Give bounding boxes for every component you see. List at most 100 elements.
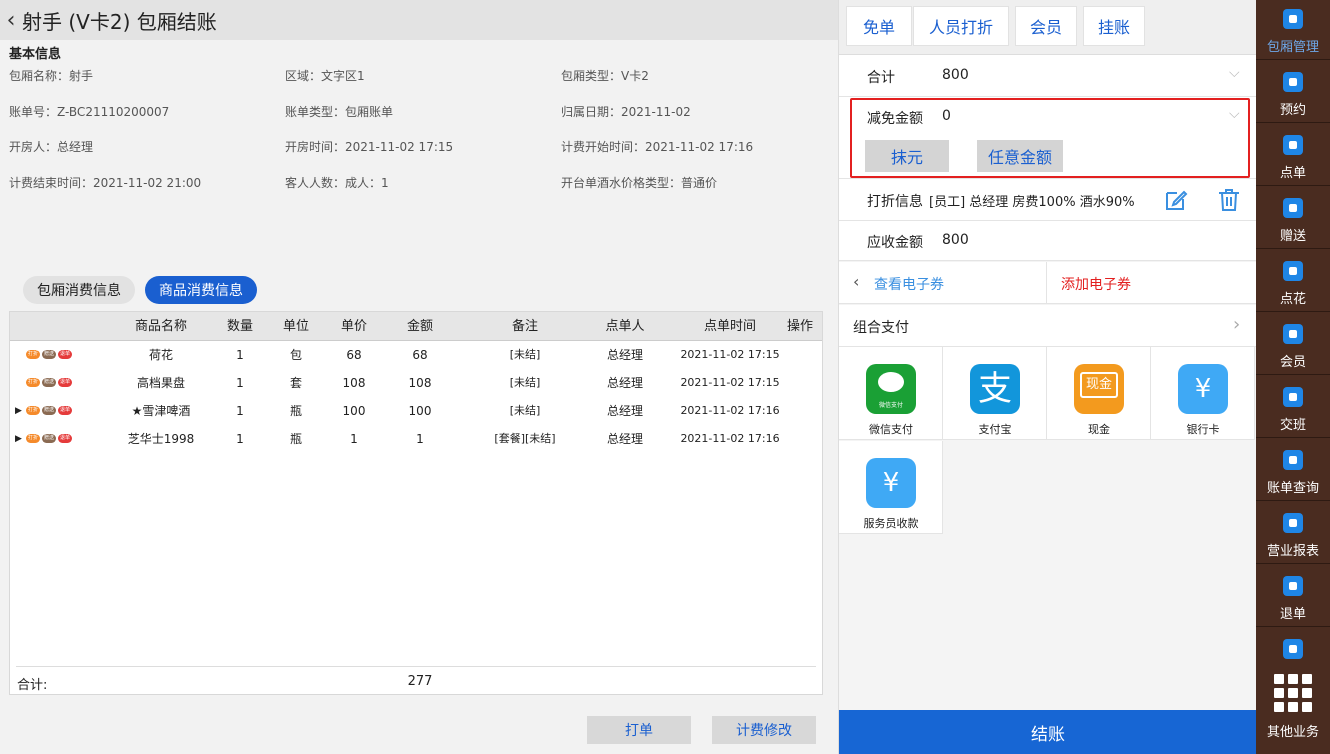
sidebar-item-more[interactable] xyxy=(1256,630,1330,664)
discount-badge-icon[interactable]: 打折 xyxy=(26,350,40,359)
col-orderer: 点单人 xyxy=(605,319,645,334)
gift-badge-icon[interactable]: 赠送 xyxy=(42,378,56,387)
free-bill-button[interactable]: 免单 xyxy=(846,6,912,46)
cell-action[interactable] xyxy=(782,369,818,397)
billing-edit-button[interactable]: 计费修改 xyxy=(712,716,816,744)
col-qty: 数量 xyxy=(226,319,253,334)
pay-alipay[interactable]: 支 支付宝 xyxy=(943,347,1047,440)
payment-methods: 微信支付 微信支付 支 支付宝 现金 现金 ¥ 银行卡 ¥ 服务员收款 xyxy=(839,347,1257,535)
waiter-collect-icon: ¥ xyxy=(866,458,916,508)
cell-amount: 108 xyxy=(408,376,432,390)
gift-badge-icon[interactable]: 赠送 xyxy=(42,350,56,359)
chevron-right-icon[interactable]: › xyxy=(1233,314,1240,335)
bill-panel: ‹ 射手 (V卡2) 包厢结账 基本信息 包厢名称：射手 区域：文字区1 包厢类… xyxy=(0,0,838,754)
table-footer-divider xyxy=(16,666,816,667)
sidebar-item-other-business[interactable]: 其他业务 xyxy=(1256,664,1330,754)
info-billing-start: 计费开始时间：2021-11-02 17:16 xyxy=(561,140,754,154)
info-room-type: 包厢类型：V卡2 xyxy=(561,69,649,83)
discount-badge-icon[interactable]: 打折 xyxy=(26,378,40,387)
sidebar-item-shift[interactable]: 交班 xyxy=(1256,378,1330,438)
reservation-icon xyxy=(1283,72,1303,92)
report-icon xyxy=(1283,513,1303,533)
discount-badge-icon[interactable]: 打折 xyxy=(26,406,40,415)
chevron-left-icon[interactable]: ‹ xyxy=(853,272,859,291)
page-title: 射手 (V卡2) 包厢结账 xyxy=(22,9,217,34)
sidebar-item-label: 营业报表 xyxy=(1266,544,1319,559)
cell-qty: 1 xyxy=(236,376,244,390)
pay-cash[interactable]: 现金 现金 xyxy=(1047,347,1151,440)
cell-orderer: 总经理 xyxy=(606,404,643,418)
order-icon xyxy=(1283,135,1303,155)
alipay-icon: 支 xyxy=(970,364,1020,414)
info-price-type: 开台单酒水价格类型：普通价 xyxy=(561,176,718,190)
discount-badge-icon[interactable]: 打折 xyxy=(26,434,40,443)
refund-badge-icon[interactable]: 退单 xyxy=(58,406,72,415)
refund-badge-icon[interactable]: 退单 xyxy=(58,350,72,359)
pay-wechat-label: 微信支付 xyxy=(869,423,913,436)
cell-action[interactable] xyxy=(782,425,818,453)
checkout-button[interactable]: 结账 xyxy=(839,710,1257,754)
print-bill-button[interactable]: 打单 xyxy=(587,716,691,744)
receivable-row: 应收金额 800 xyxy=(839,221,1257,261)
chevron-down-icon[interactable]: ⌵ xyxy=(1229,65,1240,81)
total-value: 800 xyxy=(942,67,969,83)
col-unit: 单位 xyxy=(282,319,309,334)
add-coupon-link[interactable]: 添加电子券 xyxy=(1061,274,1131,294)
pay-alipay-label: 支付宝 xyxy=(978,423,1012,436)
combo-pay-row[interactable]: 组合支付 › xyxy=(839,305,1257,347)
table-row[interactable]: ▶ 打折 赠送 退单 ★雪津啤酒 1 瓶 100 100 [未结] 总经理 20… xyxy=(10,397,822,425)
chevron-left-icon[interactable]: ‹ xyxy=(2,8,20,33)
action-bar: 免单 人员打折 会员 挂账 xyxy=(839,0,1257,55)
refund-badge-icon[interactable]: 退单 xyxy=(58,434,72,443)
discount-info-value: [员工] 总经理 房费100% 酒水90% xyxy=(929,195,1135,210)
gift-badge-icon[interactable]: 赠送 xyxy=(42,434,56,443)
sidebar-item-member[interactable]: 会员 xyxy=(1256,315,1330,375)
member-button[interactable]: 会员 xyxy=(1015,6,1077,46)
sidebar-item-room-management[interactable]: 包厢管理 xyxy=(1256,0,1330,60)
cell-qty: 1 xyxy=(236,348,244,362)
cell-orderer: 总经理 xyxy=(606,348,643,362)
gift-badge-icon[interactable]: 赠送 xyxy=(42,406,56,415)
sidebar-item-reservation[interactable]: 预约 xyxy=(1256,63,1330,123)
staff-discount-button[interactable]: 人员打折 xyxy=(913,6,1009,46)
table-row[interactable]: 打折 赠送 退单 荷花 1 包 68 68 [未结] 总经理 2021-11-0… xyxy=(10,341,822,369)
sidebar-item-flower[interactable]: 点花 xyxy=(1256,252,1330,312)
pay-wechat[interactable]: 微信支付 微信支付 xyxy=(839,347,943,440)
total-row[interactable]: 合计 800 ⌵ xyxy=(839,55,1257,97)
sidebar-item-refund[interactable]: 退单 xyxy=(1256,567,1330,627)
tab-room-consumption[interactable]: 包厢消费信息 xyxy=(23,276,135,304)
sidebar-item-label: 其他业务 xyxy=(1266,725,1319,740)
table-row[interactable]: 打折 赠送 退单 高档果盘 1 套 108 108 [未结] 总经理 2021-… xyxy=(10,369,822,397)
info-date: 归属日期：2021-11-02 xyxy=(561,105,691,119)
expand-arrow-icon[interactable]: ▶ xyxy=(15,425,22,453)
flower-icon xyxy=(1283,261,1303,281)
more-item-icon xyxy=(1283,639,1303,659)
wechat-pay-icon: 微信支付 xyxy=(866,364,916,414)
pay-bank-card[interactable]: ¥ 银行卡 xyxy=(1151,347,1255,440)
sidebar-item-gift[interactable]: 赠送 xyxy=(1256,189,1330,249)
edit-icon[interactable] xyxy=(1163,187,1189,213)
sidebar-item-order[interactable]: 点单 xyxy=(1256,126,1330,186)
expand-arrow-icon[interactable]: ▶ xyxy=(15,397,22,425)
sidebar-item-bill-query[interactable]: 账单查询 xyxy=(1256,441,1330,501)
tab-goods-consumption[interactable]: 商品消费信息 xyxy=(145,276,257,304)
table-row[interactable]: ▶ 打折 赠送 退单 芝华士1998 1 瓶 1 1 [套餐][未结] 总经理 … xyxy=(10,425,822,453)
cell-time: 2021-11-02 17:15 xyxy=(680,348,780,361)
cell-name: 荷花 xyxy=(148,348,173,362)
member-icon xyxy=(1283,324,1303,344)
cell-price: 100 xyxy=(342,404,366,418)
cell-name: ★雪津啤酒 xyxy=(131,404,191,418)
view-coupon-link[interactable]: 查看电子券 xyxy=(874,274,944,294)
cell-action[interactable] xyxy=(782,341,818,369)
refund-badge-icon[interactable]: 退单 xyxy=(58,378,72,387)
sidebar-item-label: 交班 xyxy=(1279,418,1306,433)
credit-account-button[interactable]: 挂账 xyxy=(1083,6,1145,46)
col-note: 备注 xyxy=(511,319,538,334)
cell-price: 68 xyxy=(346,348,362,362)
pay-waiter[interactable]: ¥ 服务员收款 xyxy=(839,441,943,534)
sidebar-item-report[interactable]: 营业报表 xyxy=(1256,504,1330,564)
col-time: 点单时间 xyxy=(703,319,756,334)
cell-note: [未结] xyxy=(509,376,541,389)
cell-action[interactable] xyxy=(782,397,818,425)
trash-icon[interactable] xyxy=(1216,187,1242,213)
